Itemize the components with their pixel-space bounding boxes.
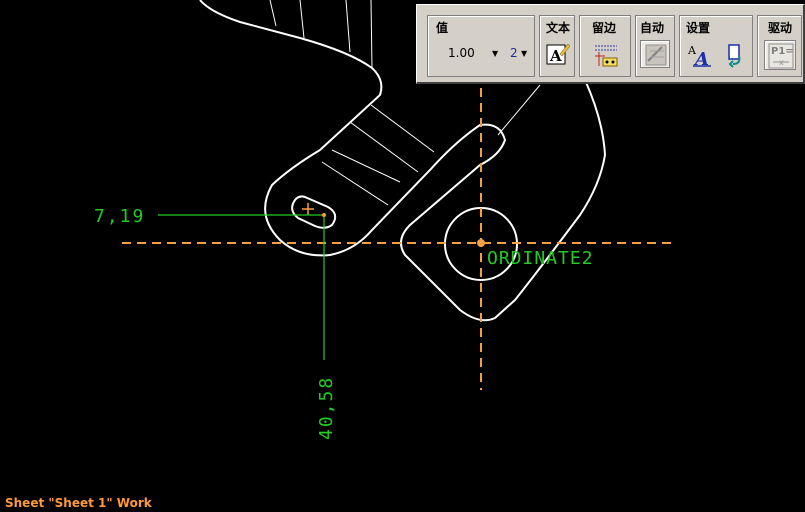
auto-group: 自动 <box>635 15 675 77</box>
value-group-title: 值 <box>436 21 449 35</box>
auto-dimension-icon <box>645 44 667 66</box>
precision-value: 1.00 <box>448 46 475 60</box>
driving-dimension-icon-text: P1= <box>771 46 794 57</box>
dimension-vertical[interactable]: 40,58 <box>316 376 337 440</box>
settings-group-title: 设置 <box>686 21 711 35</box>
settings-group: 设置 A A <box>679 15 753 77</box>
drive-group: 驱动 P1= x <box>757 15 802 77</box>
text-edit-icon: A <box>546 43 570 65</box>
centerlines <box>122 88 676 390</box>
chevron-down-icon: ▼ <box>521 49 528 58</box>
center-point[interactable] <box>477 239 485 247</box>
precision-dropdown[interactable]: 1.00 ▼ <box>448 46 508 60</box>
reset-settings-button[interactable] <box>720 40 750 68</box>
decimals-value: 2 <box>510 46 518 60</box>
text-style-icon: A A <box>687 44 711 68</box>
status-bar-text: Sheet "Sheet 1" Work <box>5 496 152 510</box>
text-group: 文本 A <box>539 15 575 77</box>
driving-dimension-icon: P1= x <box>768 43 794 69</box>
decimals-dropdown[interactable]: 2 ▼ <box>510 46 534 60</box>
auto-group-title: 自动 <box>640 21 665 35</box>
slot-center-mark <box>302 203 314 215</box>
dimension-leaders <box>158 214 325 360</box>
margin-group: 留边 <box>579 15 631 77</box>
auto-dimension-button[interactable] <box>640 40 670 68</box>
margin-button[interactable] <box>590 40 620 68</box>
margin-icon <box>595 45 618 67</box>
dimension-toolbar: 值 1.00 ▼ 2 ▼ 文本 A 留边 自动 设置 A A 驱动 P1= x <box>416 4 805 84</box>
svg-text:A: A <box>549 47 562 65</box>
svg-text:x: x <box>779 58 784 67</box>
text-edit-button[interactable]: A <box>543 40 573 68</box>
dimension-horizontal[interactable]: 7,19 <box>94 206 145 227</box>
drive-group-title: 驱动 <box>768 21 793 35</box>
svg-text:A: A <box>693 49 709 68</box>
ordinate-label[interactable]: ORDINATE2 <box>487 248 594 269</box>
value-group: 值 1.00 ▼ 2 ▼ <box>427 15 535 77</box>
chevron-down-icon: ▼ <box>492 49 499 58</box>
driving-dimension-button[interactable]: P1= x <box>764 40 796 70</box>
reset-settings-icon <box>728 44 741 68</box>
margin-group-title: 留边 <box>592 21 617 35</box>
text-style-button[interactable]: A A <box>684 40 714 68</box>
text-group-title: 文本 <box>546 21 571 35</box>
